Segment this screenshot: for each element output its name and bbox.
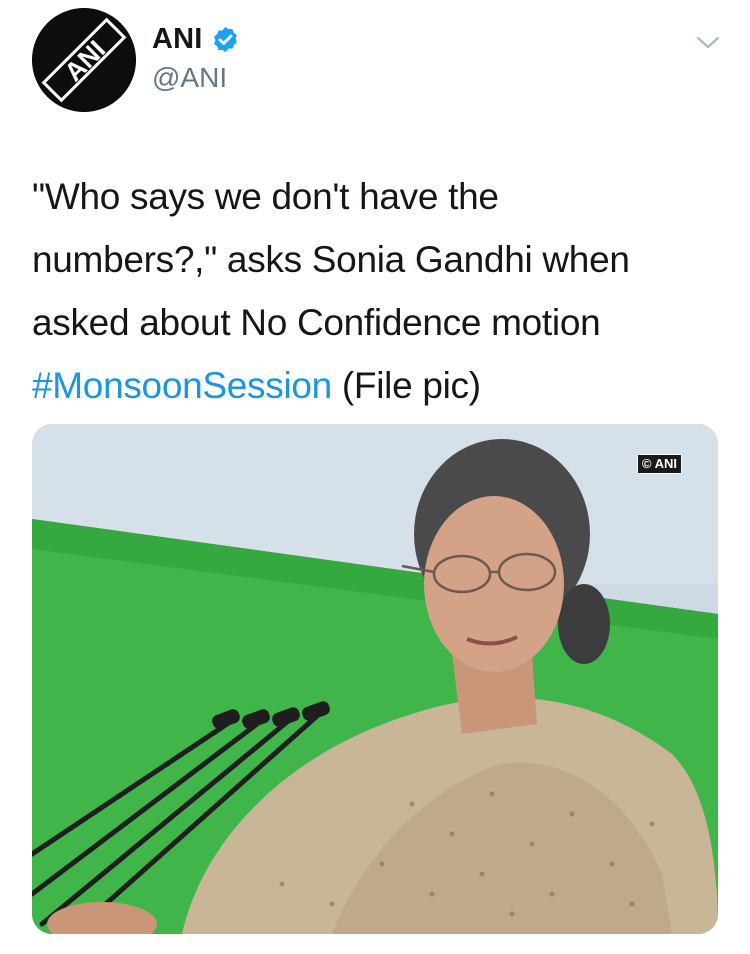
tweet-text-line-1: "Who says we don't have the [32, 176, 499, 217]
user-handle[interactable]: @ANI [152, 62, 240, 94]
photo-watermark: © ANI [636, 454, 682, 474]
hashtag-link[interactable]: #MonsoonSession [32, 365, 332, 406]
tweet-text: "Who says we don't have the numbers?," a… [32, 165, 722, 417]
author-block[interactable]: ANI @ANI [152, 20, 240, 94]
avatar[interactable]: ANI [32, 8, 136, 112]
tweet-text-line-4: #MonsoonSession (File pic) [32, 354, 722, 417]
tweet-card: ANI ANI @ANI "Who says we don't have the… [0, 0, 750, 954]
tweet-trailing-text: (File pic) [331, 365, 481, 406]
photo-illustration [32, 424, 718, 934]
tweet-photo[interactable]: © ANI [32, 424, 718, 934]
display-name[interactable]: ANI [152, 23, 203, 56]
chevron-down-icon[interactable] [694, 28, 722, 56]
tweet-text-line-2: numbers?," asks Sonia Gandhi when [32, 239, 630, 280]
tweet-text-line-3: asked about No Confidence motion [32, 302, 601, 343]
display-name-row: ANI [152, 20, 240, 58]
verified-badge-icon [211, 25, 240, 54]
ani-logo-icon: ANI [32, 8, 136, 112]
